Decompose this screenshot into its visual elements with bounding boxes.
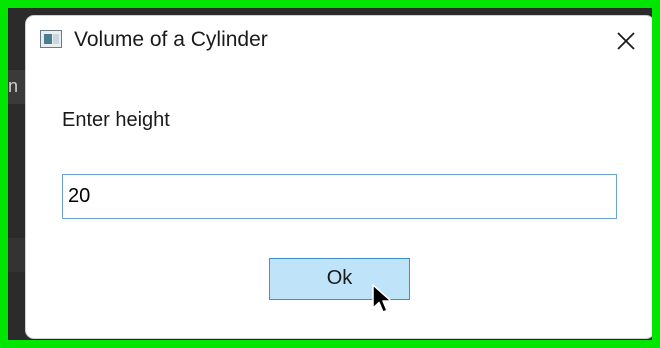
mouse-pointer-icon <box>372 284 392 313</box>
title-bar[interactable]: Volume of a Cylinder <box>26 16 652 66</box>
screen-background: n Volume of a Cylinder Enter height Ok <box>8 8 652 340</box>
window-app-icon <box>40 30 62 48</box>
window-title: Volume of a Cylinder <box>74 28 268 51</box>
dialog-window: Volume of a Cylinder Enter height Ok <box>26 16 652 338</box>
height-input[interactable] <box>62 174 617 219</box>
prompt-label: Enter height <box>62 109 170 131</box>
close-button[interactable] <box>608 24 644 58</box>
close-icon <box>617 32 635 50</box>
background-partial-text: n <box>8 76 19 96</box>
